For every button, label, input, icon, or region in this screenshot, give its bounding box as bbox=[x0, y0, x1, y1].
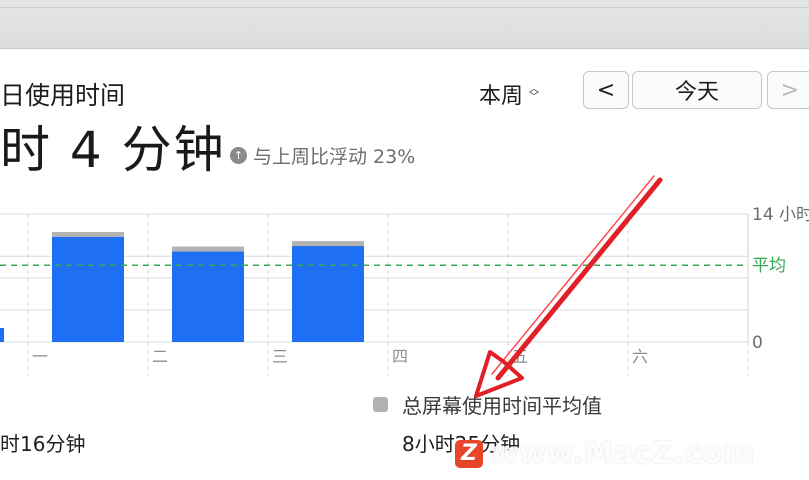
page-title: 日使用时间 bbox=[0, 81, 126, 110]
legend-label: 总屏幕使用时间平均值 bbox=[402, 394, 602, 418]
previous-week-button[interactable]: < bbox=[583, 71, 629, 109]
period-value: 本周 bbox=[479, 84, 524, 109]
bar-cap-2 bbox=[292, 241, 364, 247]
bar-1 bbox=[172, 250, 244, 342]
chevron-left-icon: < bbox=[596, 77, 616, 103]
bar-0 bbox=[52, 235, 124, 342]
watermark-text: www.MacZ.com bbox=[491, 436, 755, 471]
site-watermark: Z www.MacZ.com bbox=[455, 436, 754, 471]
arrow-up-circle-icon: ↑ bbox=[230, 147, 247, 164]
x-tick-2: 三 bbox=[272, 347, 288, 366]
x-tick-3: 四 bbox=[392, 347, 408, 366]
total-usage-value: 时16分钟 bbox=[0, 432, 86, 456]
chevron-right-icon: > bbox=[780, 77, 800, 103]
toolbar-divider bbox=[0, 7, 809, 8]
x-tick-5: 六 bbox=[632, 347, 648, 366]
comparison-text: 与上周比浮动 23% bbox=[253, 146, 416, 168]
average-label: 平均 bbox=[752, 256, 786, 276]
window-toolbar bbox=[0, 0, 809, 49]
bar-cap-1 bbox=[172, 246, 244, 252]
x-tick-4: 五 bbox=[512, 347, 528, 366]
y-tick-zero: 0 bbox=[752, 333, 763, 353]
y-tick-max: 14 小时 bbox=[752, 205, 809, 225]
x-tick-0: 一 bbox=[32, 347, 48, 366]
x-tick-1: 二 bbox=[152, 347, 168, 366]
chart-legend: 总屏幕使用时间平均值 bbox=[373, 390, 602, 419]
z-logo-icon: Z bbox=[455, 439, 483, 468]
usage-bar-chart: 平均 14 小时 0 一 二 三 四 五 六 bbox=[0, 205, 809, 376]
next-week-button[interactable]: > bbox=[767, 71, 809, 109]
today-button[interactable]: 今天 bbox=[632, 71, 762, 109]
daily-average-total: 时 4 分钟 bbox=[0, 121, 226, 179]
bar-2 bbox=[292, 245, 364, 342]
weekly-comparison: ↑ 与上周比浮动 23% bbox=[230, 142, 415, 169]
period-selector[interactable]: 本周 ︿ ﹀ bbox=[479, 78, 539, 110]
legend-swatch bbox=[373, 397, 388, 412]
bar-previous-day bbox=[0, 328, 4, 342]
bar-cap-0 bbox=[52, 231, 124, 237]
chevron-up-down-icon: ︿ ﹀ bbox=[529, 84, 540, 103]
